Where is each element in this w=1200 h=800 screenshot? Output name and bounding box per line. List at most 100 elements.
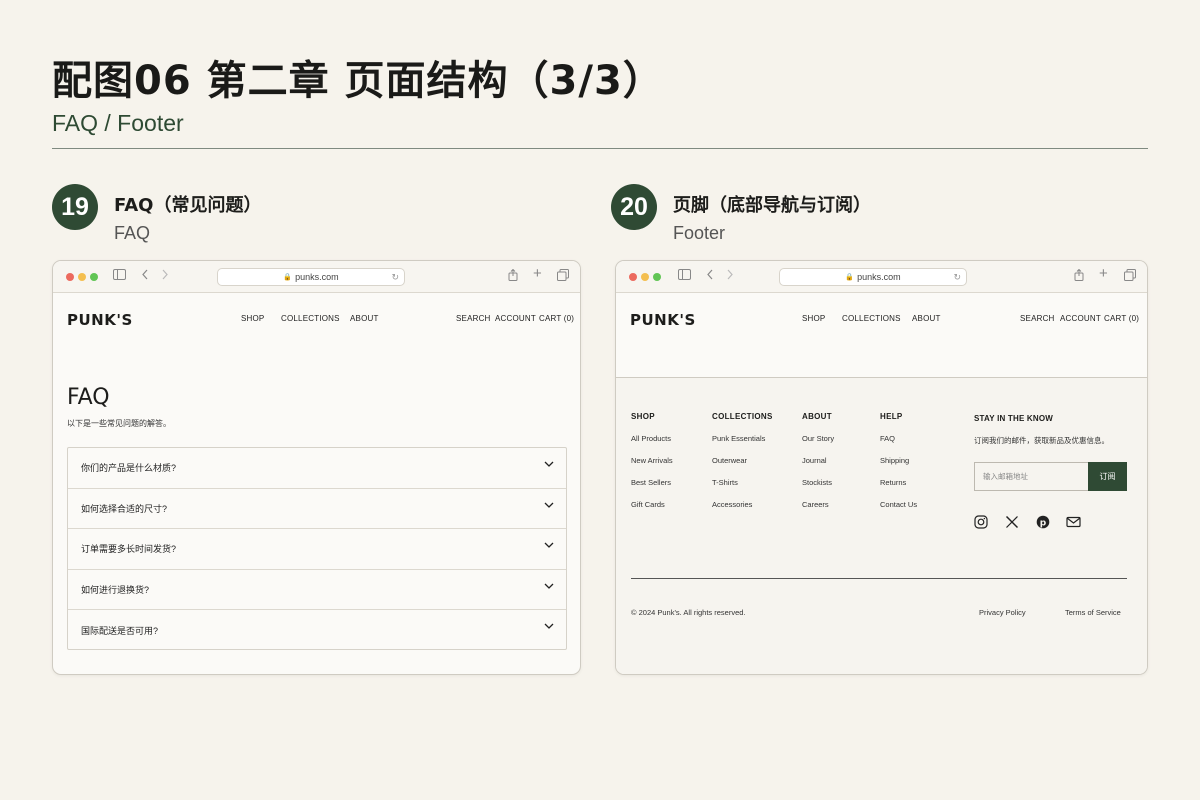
sidebar-icon[interactable] [113, 269, 126, 283]
footer-link[interactable]: Outerwear [712, 456, 773, 478]
nav-collections[interactable]: COLLECTIONS [842, 314, 901, 323]
site-logo[interactable]: PUNK'S [630, 311, 696, 329]
share-icon[interactable] [508, 268, 518, 284]
reload-icon[interactable]: ↻ [953, 272, 961, 283]
chevron-down-icon [544, 623, 554, 630]
maximize-window-button[interactable] [90, 273, 98, 281]
footer-column-heading: HELP [880, 412, 903, 421]
faq-question: 订单需要多长时间发货? [81, 544, 177, 555]
site-logo[interactable]: PUNK'S [67, 311, 133, 329]
page-subtitle: FAQ / Footer [52, 110, 184, 136]
new-tab-icon[interactable]: + [1099, 266, 1108, 281]
footer-link[interactable]: Journal [802, 456, 834, 478]
tabs-icon[interactable] [557, 269, 569, 284]
faq-item[interactable]: 如何进行退换货? [68, 570, 566, 611]
footer-link[interactable]: Accessories [712, 500, 773, 522]
close-window-button[interactable] [66, 273, 74, 281]
close-window-button[interactable] [629, 273, 637, 281]
nav-about[interactable]: ABOUT [912, 314, 941, 323]
footer-column-heading: COLLECTIONS [712, 412, 773, 421]
faq-question: 你们的产品是什么材质? [81, 463, 177, 474]
reload-icon[interactable]: ↻ [391, 272, 399, 283]
mail-icon[interactable] [1066, 515, 1081, 529]
nav-search[interactable]: SEARCH [456, 314, 491, 323]
faq-question: 国际配送是否可用? [81, 626, 159, 637]
back-icon[interactable] [706, 269, 714, 283]
nav-cart[interactable]: CART (0) [539, 314, 574, 323]
newsletter-text: 订阅我们的邮件，获取新品及优惠信息。 [974, 436, 1109, 445]
share-icon[interactable] [1074, 268, 1084, 284]
nav-about[interactable]: ABOUT [350, 314, 379, 323]
title-divider [52, 148, 1148, 149]
svg-text:p: p [1040, 519, 1047, 529]
footer-link[interactable]: Best Sellers [631, 478, 673, 500]
faq-item[interactable]: 国际配送是否可用? [68, 610, 566, 651]
forward-icon[interactable] [161, 269, 169, 283]
x-icon[interactable] [1005, 515, 1019, 529]
nav-shop[interactable]: SHOP [802, 314, 825, 323]
pinterest-icon[interactable]: p [1036, 515, 1050, 529]
footer-link[interactable]: T-Shirts [712, 478, 773, 500]
privacy-policy-link[interactable]: Privacy Policy [979, 608, 1026, 617]
newsletter-heading: STAY IN THE KNOW [974, 414, 1054, 423]
footer-link[interactable]: Punk Essentials [712, 434, 773, 456]
url-text: punks.com [857, 272, 901, 282]
faq-accordion: 你们的产品是什么材质? 如何选择合适的尺寸? 订单需要多长时间发货? 如何进行退… [67, 447, 567, 650]
footer-link[interactable]: Contact Us [880, 500, 917, 522]
browser-window-footer: 🔒 punks.com ↻ + PUNK'S SHOP COLLECTIONS … [615, 260, 1148, 675]
footer-link[interactable]: Careers [802, 500, 834, 522]
footer-link[interactable]: Gift Cards [631, 500, 673, 522]
faq-question: 如何进行退换货? [81, 585, 150, 596]
footer-column-collections: COLLECTIONS Punk Essentials Outerwear T-… [712, 412, 773, 522]
chevron-down-icon [544, 461, 554, 467]
faq-question: 如何选择合适的尺寸? [81, 503, 168, 514]
faq-item[interactable]: 如何选择合适的尺寸? [68, 489, 566, 530]
section-title-en: FAQ [114, 223, 151, 243]
address-bar[interactable]: 🔒 punks.com ↻ [217, 268, 405, 286]
section-number-badge: 19 [52, 184, 98, 230]
sidebar-icon[interactable] [678, 269, 691, 283]
footer-link[interactable]: Shipping [880, 456, 917, 478]
page-title: 配图06 第二章 页面结构（3/3） [52, 58, 664, 104]
footer-link[interactable]: Stockists [802, 478, 834, 500]
faq-item[interactable]: 订单需要多长时间发货? [68, 529, 566, 570]
minimize-window-button[interactable] [78, 273, 86, 281]
footer-link[interactable]: Our Story [802, 434, 834, 456]
minimize-window-button[interactable] [641, 273, 649, 281]
forward-icon[interactable] [726, 269, 734, 283]
nav-shop[interactable]: SHOP [241, 314, 264, 323]
subscribe-button[interactable]: 订阅 [1088, 462, 1127, 491]
address-bar[interactable]: 🔒 punks.com ↻ [779, 268, 967, 286]
section-title-en: Footer [673, 223, 726, 243]
footer-link[interactable]: New Arrivals [631, 456, 673, 478]
footer-column-about: ABOUT Our Story Journal Stockists Career… [802, 412, 834, 522]
section-title-cn: FAQ（常见问题） [114, 195, 262, 216]
footer-column-heading: ABOUT [802, 412, 832, 421]
section-title-cn: 页脚（底部导航与订阅） [673, 195, 871, 216]
new-tab-icon[interactable]: + [533, 266, 542, 281]
tabs-icon[interactable] [1124, 269, 1136, 284]
site-header: PUNK'S SHOP COLLECTIONS ABOUT SEARCH ACC… [53, 293, 580, 345]
chevron-down-icon [544, 542, 554, 549]
footer-link[interactable]: FAQ [880, 434, 917, 456]
nav-cart[interactable]: CART (0) [1104, 314, 1139, 323]
footer-link[interactable]: Returns [880, 478, 917, 500]
section-number-badge: 20 [611, 184, 657, 230]
faq-intro: 以下是一些常见问题的解答。 [67, 419, 171, 428]
instagram-icon[interactable] [974, 515, 988, 529]
lock-icon: 🔒 [845, 274, 855, 281]
chevron-down-icon [544, 583, 554, 589]
footer-column-shop: SHOP All Products New Arrivals Best Sell… [631, 412, 673, 522]
footer-divider [631, 578, 1127, 579]
footer-link[interactable]: All Products [631, 434, 673, 456]
terms-of-service-link[interactable]: Terms of Service [1065, 608, 1121, 617]
nav-collections[interactable]: COLLECTIONS [281, 314, 340, 323]
footer-column-heading: SHOP [631, 412, 655, 421]
nav-account[interactable]: ACCOUNT [1060, 314, 1101, 323]
nav-search[interactable]: SEARCH [1020, 314, 1055, 323]
faq-item[interactable]: 你们的产品是什么材质? [68, 448, 566, 489]
back-icon[interactable] [141, 269, 149, 283]
email-input[interactable]: 输入邮箱地址 [974, 462, 1088, 491]
nav-account[interactable]: ACCOUNT [495, 314, 536, 323]
maximize-window-button[interactable] [653, 273, 661, 281]
